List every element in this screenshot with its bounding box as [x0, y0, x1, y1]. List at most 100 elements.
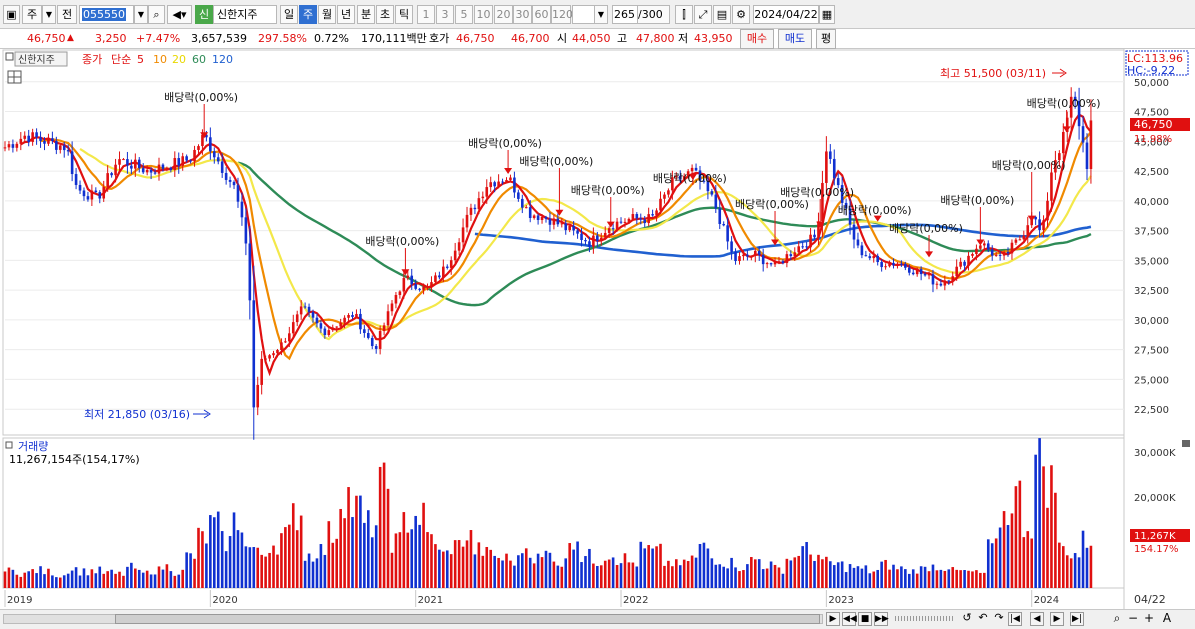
undo-icon[interactable]: ↶	[976, 612, 990, 626]
volume-bar	[832, 565, 836, 588]
interval-3[interactable]: 3	[436, 5, 454, 24]
volume-bar	[1042, 466, 1045, 588]
candle-body	[323, 328, 327, 335]
speaker-icon[interactable]: ◀▾	[167, 5, 192, 24]
candle-body	[339, 322, 342, 327]
stop-icon[interactable]: ■	[858, 612, 872, 626]
buy-button[interactable]: 매수	[740, 29, 774, 49]
candle-body	[276, 349, 279, 354]
scroll-right-icon[interactable]: ▶	[826, 612, 840, 626]
candle-body	[560, 223, 564, 225]
search-icon[interactable]: ⌕	[148, 5, 165, 24]
volume-bar	[442, 551, 445, 588]
candle-body	[832, 158, 836, 179]
zoom-search-icon[interactable]: ⌕	[1110, 612, 1124, 626]
volume-bar	[619, 563, 623, 588]
font-size-icon[interactable]: A	[1160, 612, 1174, 626]
period-second[interactable]: 초	[376, 5, 394, 24]
interval-30[interactable]: 30	[513, 5, 532, 24]
scroll-first-icon[interactable]: ◀◀	[842, 612, 857, 626]
scroll-left-end-icon[interactable]: |◀	[1008, 612, 1022, 626]
prev-button[interactable]: 전	[57, 5, 77, 24]
volume-bar	[272, 545, 275, 588]
eval-button[interactable]: 평	[816, 29, 836, 49]
sell-button[interactable]: 매도	[778, 29, 812, 49]
candle-body	[852, 224, 856, 240]
volume-bar	[505, 553, 508, 588]
zoom-slider[interactable]	[895, 616, 955, 621]
volume-bar	[106, 571, 109, 588]
reset-zoom-icon[interactable]: ↺	[960, 612, 974, 626]
volume-bar	[694, 557, 698, 588]
candle-body	[445, 266, 449, 268]
draw-tool-icon[interactable]: ⤢	[694, 5, 712, 24]
volume-bar	[635, 566, 639, 588]
period-minute[interactable]: 분	[357, 5, 375, 24]
interval-20[interactable]: 20	[494, 5, 513, 24]
candle-body	[1006, 251, 1010, 254]
interval-60[interactable]: 60	[532, 5, 551, 24]
price-chart[interactable]: 50,00047,50045,00042,50040,00037,50035,0…	[0, 49, 1195, 609]
market-select[interactable]: 주	[22, 5, 42, 24]
scroll-thumb[interactable]	[115, 614, 820, 624]
candle-body	[209, 137, 212, 152]
volume-close-icon[interactable]	[1182, 440, 1190, 447]
calendar-icon[interactable]: ▦	[819, 5, 835, 24]
scroll-right-end-icon[interactable]: ▶|	[1070, 612, 1084, 626]
volume-bar	[220, 531, 224, 588]
volume-bar	[714, 564, 718, 588]
zoom-in-icon[interactable]: +	[1142, 612, 1156, 626]
scroll-right2-icon[interactable]: ▶	[1050, 612, 1064, 626]
period-week[interactable]: 주	[299, 5, 317, 24]
candle-body	[295, 314, 299, 323]
volume-bar	[686, 561, 690, 588]
period-month[interactable]: 월	[318, 5, 336, 24]
volume-bar	[489, 549, 493, 588]
candle-body	[951, 276, 955, 281]
volume-bar	[418, 524, 421, 588]
redo-icon[interactable]: ↷	[992, 612, 1006, 626]
scroll-left-icon[interactable]: ◀	[1030, 612, 1044, 626]
candle-body	[299, 306, 303, 315]
period-tick[interactable]: 틱	[395, 5, 413, 24]
interval-1[interactable]: 1	[417, 5, 435, 24]
candle-body	[564, 223, 568, 231]
candle-body	[402, 278, 406, 292]
candle-type-icon[interactable]: ⫿	[675, 5, 693, 24]
period-day[interactable]: 일	[280, 5, 298, 24]
market-dropdown-icon[interactable]: ▼	[42, 5, 56, 24]
candle-body	[900, 263, 903, 265]
code-input[interactable]: 055550	[79, 5, 134, 24]
volume-title: 거래량	[18, 440, 48, 453]
interval-10[interactable]: 10	[474, 5, 493, 24]
date-input[interactable]: 2024/04/22	[753, 5, 819, 24]
candle-body	[31, 132, 34, 142]
candle-body	[228, 179, 232, 182]
volume-bar	[524, 548, 528, 588]
period-year[interactable]: 년	[337, 5, 355, 24]
candle-body	[793, 252, 797, 257]
candle-body	[497, 181, 500, 187]
candle-body	[272, 353, 275, 356]
layout-icon[interactable]: ▣	[3, 5, 20, 24]
volume-bar	[62, 575, 66, 588]
interval-120[interactable]: 120	[551, 5, 573, 24]
scroll-last-icon[interactable]: ▶▶	[874, 612, 889, 626]
candle-body	[738, 256, 741, 262]
save-icon[interactable]: ▤	[713, 5, 731, 24]
interval-dropdown-icon[interactable]: ▼	[594, 5, 608, 24]
volume-bar	[1006, 525, 1010, 588]
stock-badge: 신	[195, 5, 213, 24]
code-dropdown-icon[interactable]: ▼	[134, 5, 148, 24]
candle-body	[513, 177, 516, 193]
interval-5[interactable]: 5	[455, 5, 473, 24]
candle-body	[438, 275, 441, 278]
count-input[interactable]: 265	[612, 5, 638, 24]
candle-body	[189, 160, 192, 162]
volume-bar	[757, 559, 761, 588]
zoom-out-icon[interactable]: −	[1126, 612, 1140, 626]
gear-icon[interactable]: ⚙	[732, 5, 750, 24]
volume-bar	[149, 574, 153, 588]
volume-bar	[528, 557, 532, 588]
volume-bar	[370, 537, 374, 588]
